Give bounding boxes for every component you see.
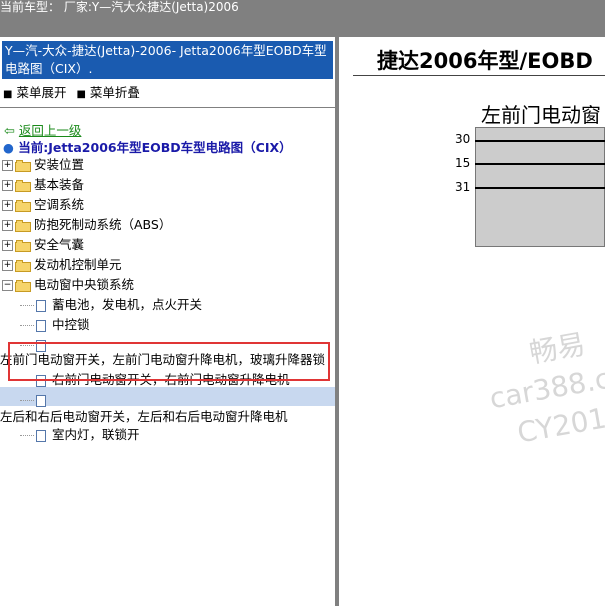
tree-folder-open[interactable]: − 电动窗中央锁系统: [2, 276, 134, 294]
tree-folder[interactable]: + 基本装备: [2, 176, 84, 194]
tree-folder-label: 防抱死制动系统（ABS）: [34, 217, 172, 232]
tree-leaf[interactable]: 室内灯，联锁开: [20, 426, 140, 444]
pin-label: 30: [455, 132, 471, 146]
document-icon: [36, 429, 46, 442]
open-folder-icon: [15, 279, 31, 292]
expand-plus-icon[interactable]: +: [2, 180, 13, 191]
title-bar: 当前车型： 厂家:Y—汽大众捷达(Jetta)2006: [0, 0, 605, 16]
tree-panel: Y—汽-大众-捷达(Jetta)-2006- Jetta2006年型EOBD车型…: [0, 37, 335, 606]
watermark-text: 畅易: [526, 327, 588, 370]
tree-connector: [20, 325, 34, 326]
pin-label: 15: [455, 156, 471, 170]
tree-leaf[interactable]: 蓄电池，发电机，点火开关: [20, 296, 202, 314]
expand-plus-icon[interactable]: +: [2, 160, 13, 171]
selected-model-title: Y—汽-大众-捷达(Jetta)-2006- Jetta2006年型EOBD车型…: [2, 41, 333, 79]
expand-plus-icon[interactable]: +: [2, 240, 13, 251]
folder-icon: [15, 159, 31, 172]
tree-folder[interactable]: + 安全气囊: [2, 236, 84, 254]
tree-leaf-label: 蓄电池，发电机，点火开关: [52, 297, 203, 312]
menu-collapse-link[interactable]: 菜单折叠: [90, 82, 140, 101]
folder-icon: [15, 259, 31, 272]
divider-line: [0, 107, 335, 108]
tree-folder-label: 安装位置: [34, 157, 85, 172]
back-label: 返回上一级: [18, 123, 82, 138]
current-node-icon: ●: [3, 140, 14, 155]
tree-leaf-label: 室内灯，联锁开: [52, 427, 140, 442]
pin-label: 31: [455, 180, 471, 194]
document-icon: [36, 319, 46, 332]
folder-icon: [15, 179, 31, 192]
folder-icon: [15, 219, 31, 232]
tree-leaf-label: 左后和右后电动窗开关，左后和右后电动窗升降电机: [0, 409, 288, 424]
current-node-label: 当前:Jetta2006年型EOBD车型电路图（CIX）: [18, 140, 292, 155]
tree-leaf[interactable]: 左后和右后电动窗开关，左后和右后电动窗升降电机: [0, 408, 288, 426]
document-icon: [36, 299, 46, 312]
tree-leaf[interactable]: [20, 391, 52, 409]
tree-folder-label: 基本装备: [34, 177, 85, 192]
tree-leaf[interactable]: 中控锁: [20, 316, 90, 334]
tree-folder-label: 空调系统: [34, 197, 85, 212]
folder-icon: [15, 239, 31, 252]
expand-plus-icon[interactable]: +: [2, 200, 13, 211]
expand-plus-icon[interactable]: +: [2, 260, 13, 271]
tree-folder-label: 发动机控制单元: [34, 257, 122, 272]
current-node: ● 当前:Jetta2006年型EOBD车型电路图（CIX）: [3, 137, 292, 155]
tree-folder[interactable]: + 空调系统: [2, 196, 84, 214]
collapse-square-icon: ■: [76, 89, 86, 100]
diagram-title: 捷达2006年型/EOBD: [377, 49, 593, 73]
collapse-minus-icon[interactable]: −: [2, 280, 13, 291]
title-text: 当前车型： 厂家:Y—汽大众捷达(Jetta)2006: [0, 0, 239, 14]
back-link[interactable]: ⇦ 返回上一级: [4, 120, 82, 139]
tree-folder-label: 电动窗中央锁系统: [34, 277, 135, 292]
wire-15: [475, 163, 605, 165]
tree-leaf-label: 中控锁: [52, 317, 90, 332]
document-icon: [36, 394, 46, 407]
wire-30: [475, 140, 605, 142]
diagram-panel: 捷达2006年型/EOBD 左前门电动窗 30 15 31 畅易 car388.…: [339, 37, 605, 606]
diagram-subtitle: 左前门电动窗: [481, 103, 601, 127]
tree-connector: [20, 400, 34, 401]
tree-folder[interactable]: + 安装位置: [2, 156, 84, 174]
wire-31: [475, 187, 605, 189]
tree-connector: [20, 305, 34, 306]
folder-icon: [15, 199, 31, 212]
red-annotation-box: [8, 342, 330, 381]
tree-connector: [20, 435, 34, 436]
expand-plus-icon[interactable]: +: [2, 220, 13, 231]
title-underline: [353, 75, 605, 76]
tree-folder[interactable]: + 防抱死制动系统（ABS）: [2, 216, 171, 234]
menu-controls: ■ 菜单展开 ■ 菜单折叠: [0, 82, 140, 100]
tree-folder-label: 安全气囊: [34, 237, 85, 252]
menu-expand-link[interactable]: 菜单展开: [16, 82, 66, 101]
tree-folder[interactable]: + 发动机控制单元: [2, 256, 122, 274]
expand-square-icon: ■: [3, 89, 13, 100]
